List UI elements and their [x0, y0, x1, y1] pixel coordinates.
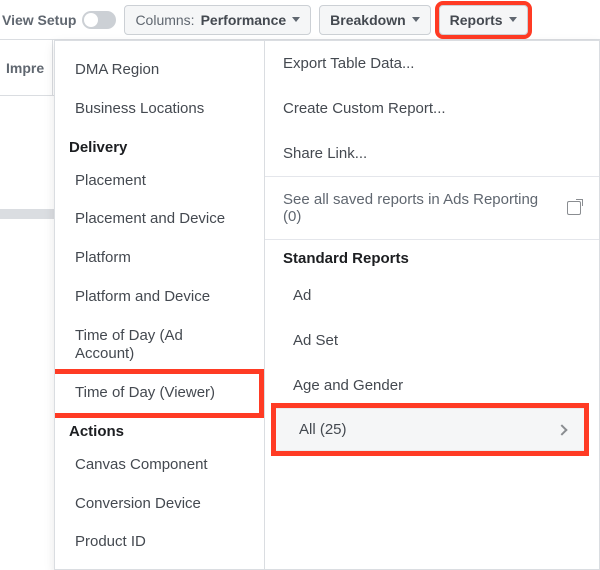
reports-label: Reports — [450, 12, 503, 28]
breakdown-item-placement-and-device[interactable]: Placement and Device — [55, 200, 264, 239]
breakdown-panel: DMA Region Business Locations Delivery P… — [55, 41, 265, 569]
saved-reports-label: See all saved reports in Ads Reporting (… — [283, 191, 559, 225]
external-link-icon — [567, 201, 581, 215]
caret-down-icon — [412, 17, 420, 22]
breakdown-header-delivery: Delivery — [55, 129, 264, 162]
reports-share-link[interactable]: Share Link... — [265, 131, 599, 176]
chevron-right-icon — [556, 424, 567, 435]
reports-button[interactable]: Reports — [439, 5, 528, 35]
breakdown-button[interactable]: Breakdown — [319, 5, 430, 35]
table-row-divider — [0, 209, 55, 219]
view-setup-group: View Setup — [2, 11, 116, 29]
breakdown-item-platform-and-device[interactable]: Platform and Device — [55, 278, 264, 317]
breakdown-label: Breakdown — [330, 12, 405, 28]
breakdown-item-dma-region[interactable]: DMA Region — [55, 51, 264, 90]
column-divider — [52, 40, 53, 95]
reports-see-all-saved[interactable]: See all saved reports in Ads Reporting (… — [265, 177, 599, 239]
reports-create-custom-report[interactable]: Create Custom Report... — [265, 86, 599, 131]
breakdown-header-actions: Actions — [55, 413, 264, 446]
reports-export-table-data[interactable]: Export Table Data... — [265, 41, 599, 86]
reports-panel: Export Table Data... Create Custom Repor… — [265, 41, 599, 569]
breakdown-item-placement[interactable]: Placement — [55, 162, 264, 201]
reports-std-age-gender[interactable]: Age and Gender — [265, 363, 599, 408]
dropdown-panels: DMA Region Business Locations Delivery P… — [54, 40, 600, 570]
reports-std-ad-set[interactable]: Ad Set — [265, 318, 599, 363]
view-setup-label: View Setup — [2, 12, 76, 28]
view-setup-toggle[interactable] — [82, 11, 116, 29]
impressions-col-header: Impre — [6, 60, 44, 76]
reports-header-standard: Standard Reports — [265, 240, 599, 273]
reports-all-label: All (25) — [294, 421, 347, 438]
toolbar: View Setup Columns: Performance Breakdow… — [0, 0, 600, 40]
reports-std-ad[interactable]: Ad — [265, 273, 599, 318]
highlight-time-of-day-viewer: Time of Day (Viewer) — [55, 369, 264, 418]
breakdown-item-time-of-day-acct[interactable]: Time of Day (Ad Account) — [55, 317, 264, 375]
caret-down-icon — [292, 17, 300, 22]
highlight-all-reports: All (25) — [271, 403, 589, 456]
columns-button[interactable]: Columns: Performance — [124, 5, 311, 35]
columns-value: Performance — [201, 12, 287, 28]
breakdown-item-conversion-device[interactable]: Conversion Device — [55, 485, 264, 524]
breakdown-item-business-locations[interactable]: Business Locations — [55, 90, 264, 129]
reports-all-row[interactable]: All (25) — [276, 408, 584, 451]
breakdown-item-time-of-day-viewer[interactable]: Time of Day (Viewer) — [55, 374, 259, 413]
breakdown-item-platform[interactable]: Platform — [55, 239, 264, 278]
breakdown-item-canvas-component[interactable]: Canvas Component — [55, 446, 264, 485]
breakdown-item-product-id[interactable]: Product ID — [55, 523, 264, 562]
caret-down-icon — [509, 17, 517, 22]
columns-prefix: Columns: — [135, 12, 194, 28]
